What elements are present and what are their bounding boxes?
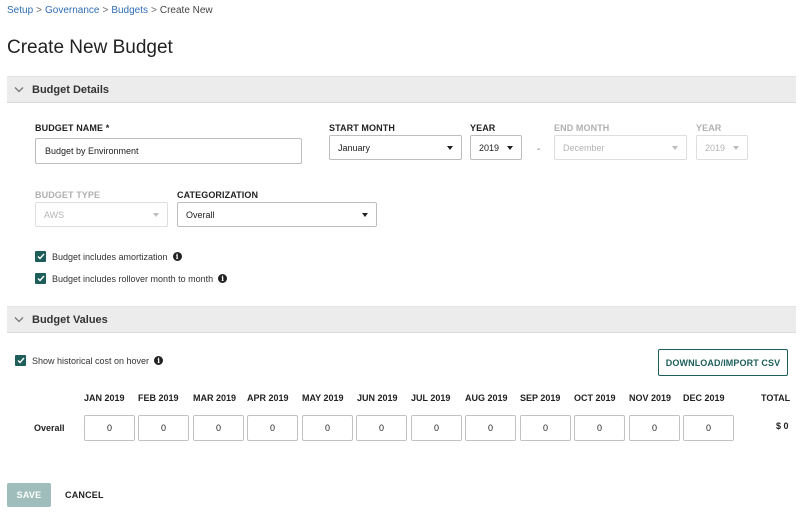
amortization-option[interactable]: Budget includes amortization i xyxy=(35,251,182,262)
end-month-label: END MONTH xyxy=(554,123,610,133)
info-icon[interactable]: i xyxy=(218,274,228,283)
budget-details-title: Budget Details xyxy=(32,83,110,96)
caret-down-icon xyxy=(733,145,739,150)
budget-type-label: BUDGET TYPE xyxy=(35,190,101,200)
rollover-option[interactable]: Budget includes rollover month to month … xyxy=(35,273,228,284)
budget-name-input[interactable] xyxy=(35,138,302,164)
budget-value-input-jan[interactable] xyxy=(84,415,135,441)
rollover-checkbox[interactable] xyxy=(35,273,46,284)
chevron-down-icon xyxy=(13,314,25,326)
breadcrumb-link-governance[interactable]: Governance xyxy=(45,5,99,16)
budget-name-label: BUDGET NAME * xyxy=(35,123,110,133)
amortization-label: Budget includes amortization xyxy=(52,251,168,262)
checkmark-icon xyxy=(37,275,45,282)
checkmark-icon xyxy=(17,357,25,364)
breadcrumb-link-setup[interactable]: Setup xyxy=(7,5,33,16)
info-icon[interactable]: i xyxy=(172,252,182,261)
month-header: AUG 2019 xyxy=(465,393,508,403)
month-header: FEB 2019 xyxy=(138,393,179,403)
caret-down-icon xyxy=(153,212,159,217)
budget-value-input-nov[interactable] xyxy=(629,415,680,441)
row-total: $ 0 xyxy=(776,421,789,431)
end-month-value: December xyxy=(563,142,605,153)
month-header: MAY 2019 xyxy=(302,393,344,403)
start-month-value: January xyxy=(338,142,371,153)
categorization-select[interactable]: Overall xyxy=(177,202,377,227)
caret-down-icon xyxy=(362,212,368,217)
caret-down-icon xyxy=(447,145,453,150)
end-month-select: December xyxy=(554,135,687,160)
page-title: Create New Budget xyxy=(7,37,173,58)
start-month-select[interactable]: January xyxy=(329,135,462,160)
breadcrumb-separator: > xyxy=(151,5,157,16)
budget-value-input-oct[interactable] xyxy=(574,415,625,441)
budget-values-title: Budget Values xyxy=(32,313,108,326)
budget-value-input-jul[interactable] xyxy=(411,415,462,441)
cancel-button[interactable]: CANCEL xyxy=(65,483,104,507)
breadcrumb-separator: > xyxy=(102,5,109,16)
total-header: TOTAL xyxy=(761,393,791,403)
month-header: APR 2019 xyxy=(247,393,289,403)
caret-down-icon xyxy=(672,145,678,150)
month-header: NOV 2019 xyxy=(629,393,672,403)
range-separator: - xyxy=(537,144,541,155)
month-header: MAR 2019 xyxy=(193,393,237,403)
end-year-select: 2019 xyxy=(696,135,748,160)
budget-value-input-aug[interactable] xyxy=(465,415,516,441)
budget-value-input-sep[interactable] xyxy=(520,415,571,441)
month-header: SEP 2019 xyxy=(520,393,561,403)
start-year-label: YEAR xyxy=(470,123,496,133)
budget-value-input-apr[interactable] xyxy=(247,415,298,441)
month-header: JAN 2019 xyxy=(84,393,125,403)
show-historical-label: Show historical cost on hover xyxy=(32,355,150,366)
month-header: DEC 2019 xyxy=(683,393,725,403)
breadcrumb: Setup > Governance > Budgets > Create New xyxy=(7,5,213,16)
show-historical-checkbox[interactable] xyxy=(15,355,26,366)
categorization-value: Overall xyxy=(186,209,215,220)
budget-value-input-dec[interactable] xyxy=(683,415,734,441)
breadcrumb-current: Create New xyxy=(159,5,213,16)
budget-value-input-jun[interactable] xyxy=(356,415,407,441)
chevron-down-icon xyxy=(13,84,25,96)
download-import-csv-button[interactable]: DOWNLOAD/IMPORT CSV xyxy=(658,349,788,376)
budget-type-select: AWS xyxy=(35,202,168,227)
budget-value-input-mar[interactable] xyxy=(193,415,244,441)
start-year-value: 2019 xyxy=(479,142,500,153)
amortization-checkbox[interactable] xyxy=(35,251,46,262)
month-header: JUN 2019 xyxy=(357,393,398,403)
budget-details-header[interactable]: Budget Details xyxy=(7,76,796,103)
row-label-overall: Overall xyxy=(34,423,65,433)
show-historical-option[interactable]: Show historical cost on hover i xyxy=(15,355,164,366)
budget-values-header[interactable]: Budget Values xyxy=(7,306,796,333)
info-icon[interactable]: i xyxy=(154,356,164,365)
budget-type-value: AWS xyxy=(44,209,65,220)
breadcrumb-link-budgets[interactable]: Budgets xyxy=(111,5,148,16)
start-year-select[interactable]: 2019 xyxy=(470,135,522,160)
caret-down-icon xyxy=(507,145,513,150)
budget-value-input-may[interactable] xyxy=(302,415,353,441)
categorization-label: CATEGORIZATION xyxy=(177,190,259,200)
start-month-label: START MONTH xyxy=(329,123,395,133)
breadcrumb-separator: > xyxy=(36,5,42,16)
end-year-value: 2019 xyxy=(705,142,726,153)
budget-value-input-feb[interactable] xyxy=(138,415,189,441)
end-year-label: YEAR xyxy=(696,123,722,133)
checkmark-icon xyxy=(37,253,45,260)
rollover-label: Budget includes rollover month to month xyxy=(52,273,214,284)
save-button[interactable]: SAVE xyxy=(7,483,51,507)
month-header: JUL 2019 xyxy=(411,393,451,403)
month-header: OCT 2019 xyxy=(574,393,616,403)
